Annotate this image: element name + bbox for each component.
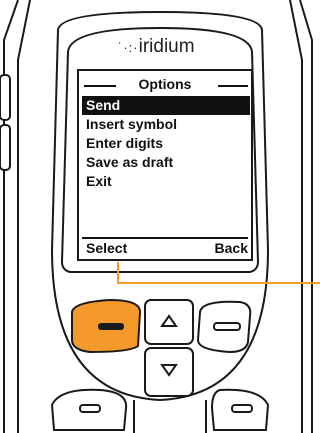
select-softkey-label[interactable]: Select: [86, 240, 127, 256]
menu-item-insert-symbol[interactable]: Insert symbol: [80, 115, 250, 134]
lower-right-key-button[interactable]: [212, 390, 268, 430]
logo-text: iridium: [138, 36, 195, 57]
up-key-button[interactable]: [145, 300, 193, 344]
iridium-logo: ˙·:·iridium: [118, 36, 195, 58]
title-rule-right: [218, 85, 248, 87]
options-title-bar: Options: [80, 75, 250, 95]
screen-title: Options: [138, 76, 192, 92]
back-softkey-label[interactable]: Back: [215, 240, 248, 256]
down-key-button[interactable]: [145, 348, 193, 396]
menu-item-send[interactable]: Send: [82, 96, 250, 115]
menu-item-exit[interactable]: Exit: [80, 172, 250, 191]
menu-item-enter-digits[interactable]: Enter digits: [80, 134, 250, 153]
softkey-bar: Select Back: [80, 237, 250, 257]
phone-screen: Options Send Insert symbol Enter digits …: [80, 72, 250, 257]
left-softkey-button[interactable]: [72, 300, 140, 352]
menu-item-save-as-draft[interactable]: Save as draft: [80, 153, 250, 172]
lower-left-key-button[interactable]: [54, 390, 126, 430]
softkey-divider: [82, 237, 248, 239]
options-menu: Send Insert symbol Enter digits Save as …: [80, 96, 250, 191]
right-softkey-button[interactable]: [198, 300, 252, 352]
logo-dots: ˙·:·: [118, 40, 139, 55]
